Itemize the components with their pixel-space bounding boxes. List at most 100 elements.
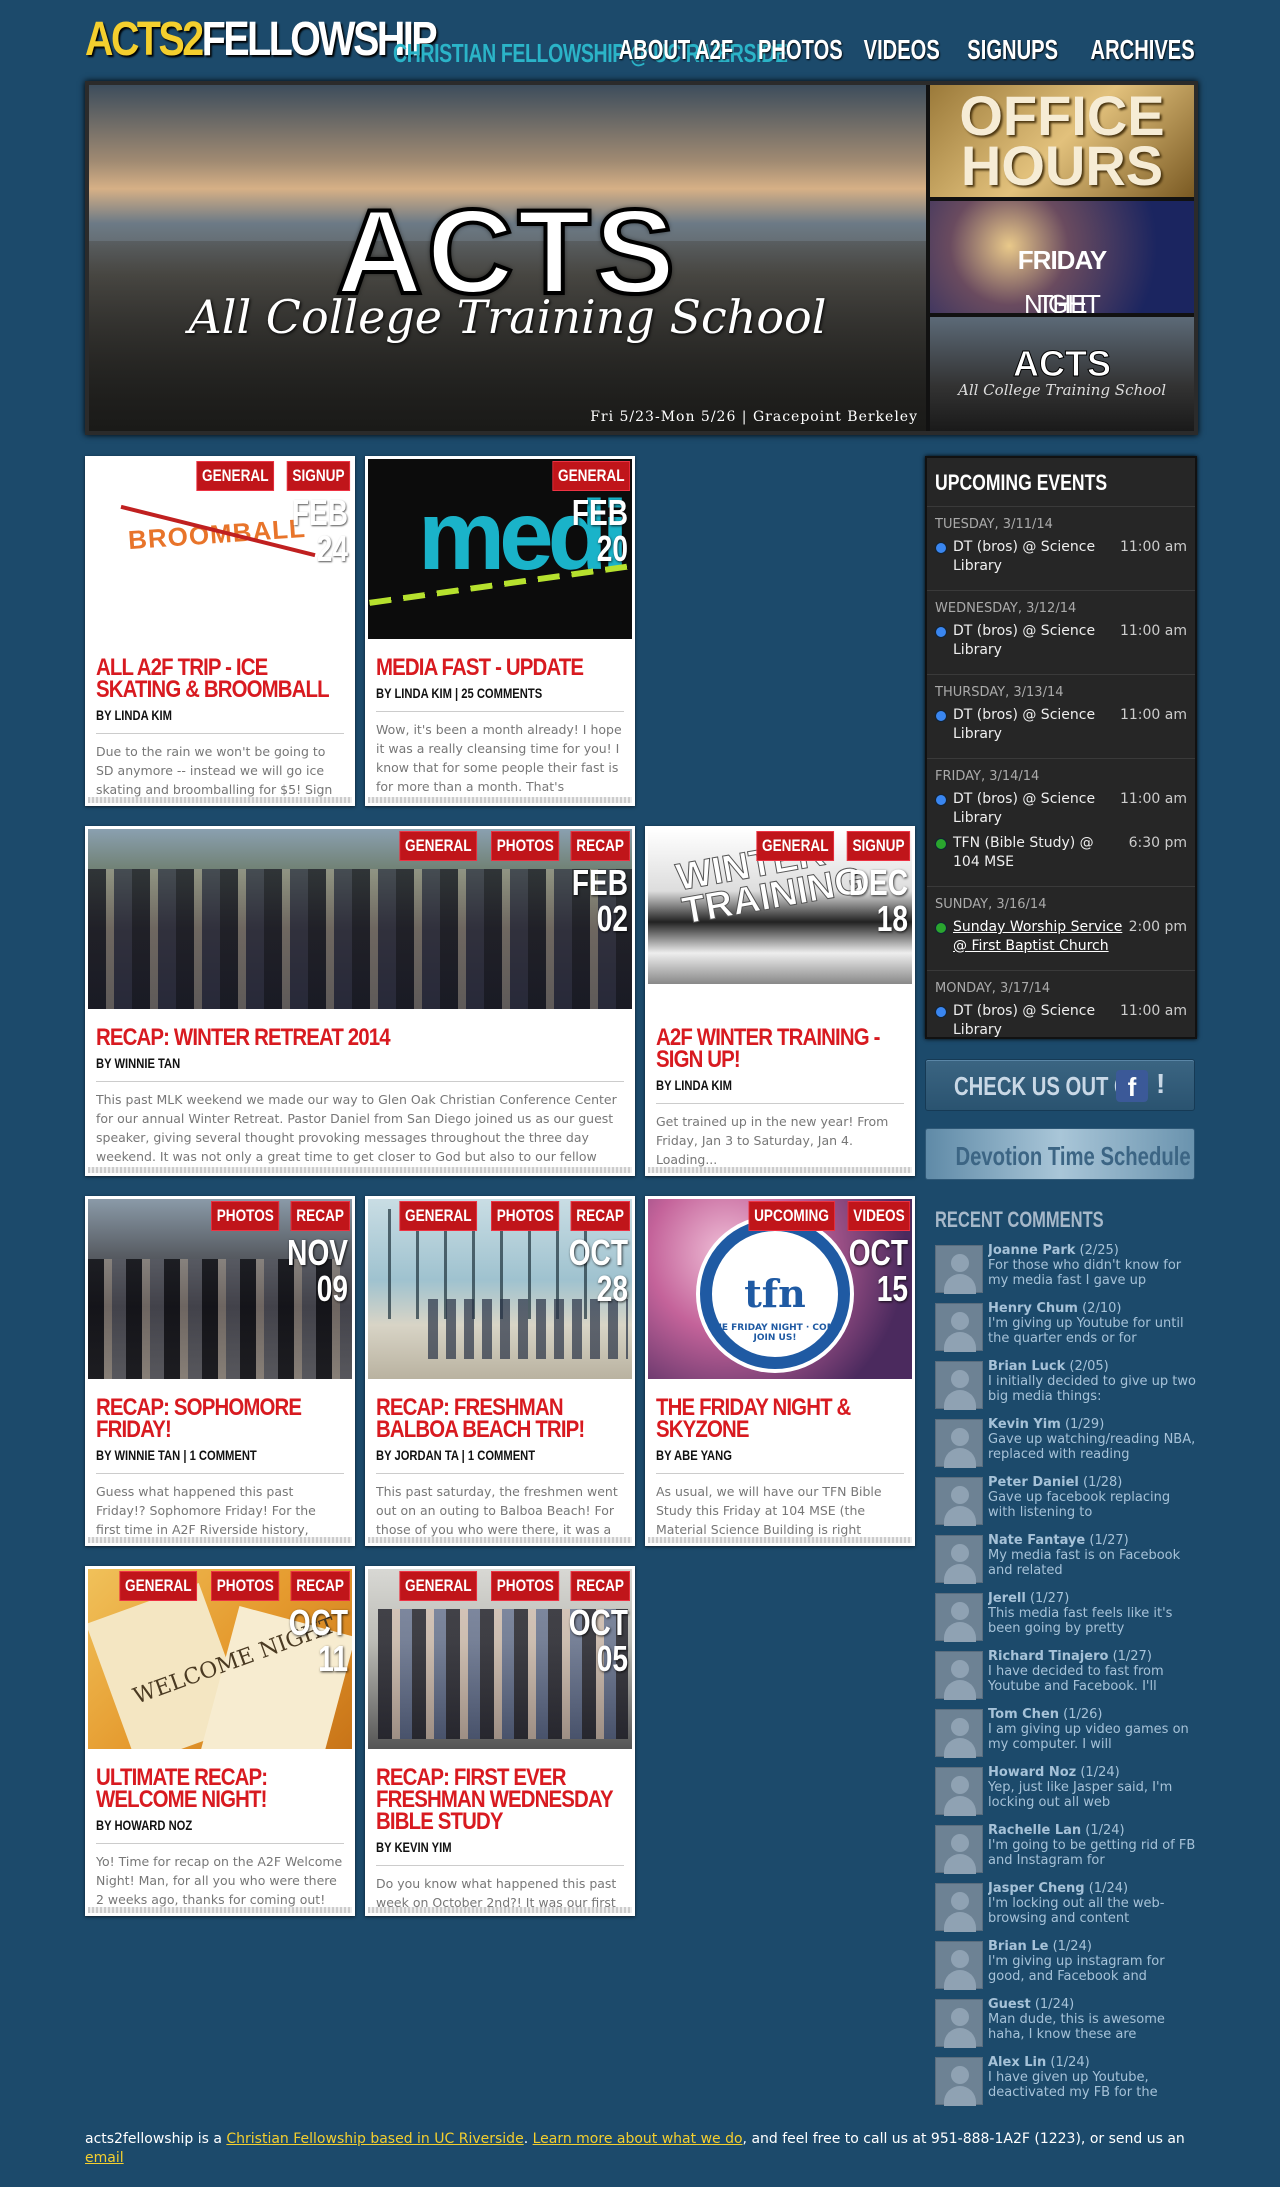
comment-author[interactable]: Brian Le (1/24) (988, 1939, 1197, 1954)
tag-badge[interactable]: SIGNUP (286, 461, 350, 491)
nav-about[interactable]: ABOUT A2F (618, 34, 733, 66)
post-card[interactable]: GENERAL PHOTOS RECAP OCT 05 RECAP: FIRST EV… (365, 1566, 635, 1916)
tag-badge[interactable]: GENERAL (399, 1201, 477, 1231)
comment-author[interactable]: Joanne Park (2/25) (988, 1243, 1197, 1258)
event-link[interactable]: Sunday Worship Service @ First Baptist C… (953, 919, 1122, 954)
post-title[interactable]: A2F WINTER TRAINING - SIGN UP! (656, 1026, 905, 1072)
tag-badge[interactable]: GENERAL (119, 1571, 197, 1601)
promo-office-hours[interactable]: OFFICE HOURS (930, 85, 1194, 197)
comment-item[interactable]: Peter Daniel (1/28) Gave up facebook repl… (935, 1475, 1197, 1533)
comment-author[interactable]: Jerell (1/27) (988, 1591, 1197, 1606)
comment-author[interactable]: Tom Chen (1/26) (988, 1707, 1197, 1722)
tag-badge[interactable]: GENERAL (756, 831, 834, 861)
nav-archives[interactable]: ARCHIVES (1091, 34, 1195, 66)
tag-badge[interactable]: RECAP (291, 1201, 350, 1231)
tag-badge[interactable]: GENERAL (552, 461, 630, 491)
comment-author[interactable]: Alex Lin (1/24) (988, 2055, 1197, 2070)
post-card[interactable]: medi GENERAL FEB 20 MEDIA FAST - UPDATE B… (365, 456, 635, 806)
tag-badge[interactable]: UPCOMING (748, 1201, 835, 1231)
tag-badge[interactable]: PHOTOS (211, 1201, 280, 1231)
tag-badge[interactable]: RECAP (571, 1571, 630, 1601)
event-item[interactable]: DT (bros) @ Science Library 11:00 am (935, 538, 1187, 576)
nav-signups[interactable]: SIGNUPS (968, 34, 1059, 66)
post-thumbnail[interactable]: WELCOME NIGHT GENERAL PHOTOS RECAP OCT 11 (88, 1569, 352, 1749)
post-thumbnail[interactable]: GENERAL PHOTOS RECAP OCT 05 (368, 1569, 632, 1749)
post-title[interactable]: RECAP: FRESHMAN BALBOA BEACH TRIP! (376, 1396, 625, 1442)
comment-author[interactable]: Guest (1/24) (988, 1997, 1197, 2012)
comment-item[interactable]: Tom Chen (1/26) I am giving up video game… (935, 1707, 1197, 1765)
post-card[interactable]: GENERAL PHOTOS RECAP OCT 28 RECAP: FRESHMAN… (365, 1196, 635, 1546)
comment-item[interactable]: Nate Fantaye (1/27) My media fast is on F… (935, 1533, 1197, 1591)
comment-author[interactable]: Jasper Cheng (1/24) (988, 1881, 1197, 1896)
post-title[interactable]: RECAP: FIRST EVER FRESHMAN WEDNESDAY BIB… (376, 1766, 625, 1834)
comment-author[interactable]: Kevin Yim (1/29) (988, 1417, 1197, 1432)
comment-item[interactable]: Rachelle Lan (1/24) I'm going to be getti… (935, 1823, 1197, 1881)
tag-badge[interactable]: RECAP (291, 1571, 350, 1601)
comment-item[interactable]: Joanne Park (2/25) For those who didn't k… (935, 1243, 1197, 1301)
facebook-button[interactable]: CHECK US OUT ON f ! (925, 1059, 1195, 1111)
comment-item[interactable]: Brian Luck (2/05) I initially decided to … (935, 1359, 1197, 1417)
footer-link-fellowship[interactable]: Christian Fellowship based in UC Riversi… (226, 2131, 523, 2147)
tag-badge[interactable]: GENERAL (196, 461, 274, 491)
tag-badge[interactable]: RECAP (571, 1201, 630, 1231)
comment-item[interactable]: Howard Noz (1/24) Yep, just like Jasper s… (935, 1765, 1197, 1823)
post-thumbnail[interactable]: GENERAL PHOTOS RECAP OCT 28 (368, 1199, 632, 1379)
post-title[interactable]: THE FRIDAY NIGHT & SKYZONE (656, 1396, 905, 1442)
comment-author[interactable]: Peter Daniel (1/28) (988, 1475, 1197, 1490)
promo-friday-night[interactable]: THE FRIDAY NIGHT (930, 201, 1194, 313)
comment-item[interactable]: Alex Lin (1/24) I have given up Youtube, … (935, 2055, 1197, 2113)
post-card[interactable]: WINTER TRAINING GENERAL SIGNUP DEC 18 A2F … (645, 826, 915, 1176)
tag-badge[interactable]: PHOTOS (491, 1201, 560, 1231)
event-item[interactable]: DT (bros) @ Science Library 11:00 am (935, 706, 1187, 744)
tag-badge[interactable]: SIGNUP (846, 831, 910, 861)
comment-author[interactable]: Nate Fantaye (1/27) (988, 1533, 1197, 1548)
post-thumbnail[interactable]: BROOMBALL GENERAL SIGNUP FEB 24 (88, 459, 352, 639)
comment-item[interactable]: Richard Tinajero (1/27) I have decided to… (935, 1649, 1197, 1707)
footer-link-email[interactable]: email (85, 2150, 124, 2166)
post-card[interactable]: BROOMBALL GENERAL SIGNUP FEB 24 ALL A2F TR… (85, 456, 355, 806)
comment-item[interactable]: Guest (1/24) Man dude, this is awesome ha… (935, 1997, 1197, 2055)
comment-item[interactable]: Kevin Yim (1/29) Gave up watching/reading… (935, 1417, 1197, 1475)
post-thumbnail[interactable]: PHOTOS RECAP NOV 09 (88, 1199, 352, 1379)
comment-item[interactable]: Jasper Cheng (1/24) I'm locking out all t… (935, 1881, 1197, 1939)
event-item[interactable]: Sunday Worship Service @ First Baptist C… (935, 918, 1187, 956)
nav-photos[interactable]: PHOTOS (758, 34, 843, 66)
event-item[interactable]: DT (bros) @ Science Library 11:00 am (935, 622, 1187, 660)
post-title[interactable]: RECAP: SOPHOMORE FRIDAY! (96, 1396, 345, 1442)
tag-badge[interactable]: RECAP (571, 831, 630, 861)
tag-badge[interactable]: PHOTOS (211, 1571, 280, 1601)
post-thumbnail[interactable]: medi GENERAL FEB 20 (368, 459, 632, 639)
post-title[interactable]: ULTIMATE RECAP: WELCOME NIGHT! (96, 1766, 345, 1812)
tag-badge[interactable]: PHOTOS (491, 1571, 560, 1601)
tag-badge[interactable]: PHOTOS (491, 831, 560, 861)
post-card[interactable]: WELCOME NIGHT GENERAL PHOTOS RECAP OCT 11 U… (85, 1566, 355, 1916)
hero-main-slide[interactable]: ACTS All College Training School Fri 5/2… (89, 85, 926, 431)
post-title[interactable]: RECAP: WINTER RETREAT 2014 (96, 1026, 626, 1050)
tag-badge[interactable]: GENERAL (399, 1571, 477, 1601)
comment-item[interactable]: Brian Le (1/24) I'm giving up instagram f… (935, 1939, 1197, 1997)
comment-author[interactable]: Howard Noz (1/24) (988, 1765, 1197, 1780)
tag-badge[interactable]: GENERAL (399, 831, 477, 861)
comment-author[interactable]: Henry Chum (2/10) (988, 1301, 1197, 1316)
post-thumbnail[interactable]: WINTER TRAINING GENERAL SIGNUP DEC 18 (648, 829, 912, 984)
devotion-schedule-button[interactable]: Devotion Time Schedule (925, 1128, 1195, 1180)
post-title[interactable]: MEDIA FAST - UPDATE (376, 656, 625, 680)
post-card[interactable]: PHOTOS RECAP NOV 09 RECAP: SOPHOMORE FRIDA… (85, 1196, 355, 1546)
nav-videos[interactable]: VIDEOS (864, 34, 940, 66)
post-thumbnail[interactable]: tfn THE FRIDAY NIGHT · COME JOIN US! UPC… (648, 1199, 912, 1379)
comment-author[interactable]: Richard Tinajero (1/27) (988, 1649, 1197, 1664)
post-title[interactable]: ALL A2F TRIP - ICE SKATING & BROOMBALL (96, 656, 345, 702)
post-card[interactable]: tfn THE FRIDAY NIGHT · COME JOIN US! UPC… (645, 1196, 915, 1546)
comment-author[interactable]: Rachelle Lan (1/24) (988, 1823, 1197, 1838)
site-logo[interactable]: ACTS2FELLOWSHIP (85, 12, 438, 67)
footer-link-learn-more[interactable]: Learn more about what we do (533, 2131, 743, 2147)
event-item[interactable]: DT (bros) @ Science Library 11:00 am (935, 790, 1187, 828)
promo-acts[interactable]: ACTS All College Training School (930, 317, 1194, 431)
comment-item[interactable]: Henry Chum (2/10) I'm giving up Youtube f… (935, 1301, 1197, 1359)
comment-author[interactable]: Brian Luck (2/05) (988, 1359, 1197, 1374)
post-thumbnail[interactable]: GENERAL PHOTOS RECAP FEB 02 (88, 829, 632, 1009)
event-item[interactable]: TFN (Bible Study) @ 104 MSE 6:30 pm (935, 834, 1187, 872)
tag-badge[interactable]: VIDEOS (847, 1201, 910, 1231)
post-card[interactable]: GENERAL PHOTOS RECAP FEB 02 RECAP: WINTER R… (85, 826, 635, 1176)
event-item[interactable]: DT (bros) @ Science Library 11:00 am (935, 1002, 1187, 1040)
